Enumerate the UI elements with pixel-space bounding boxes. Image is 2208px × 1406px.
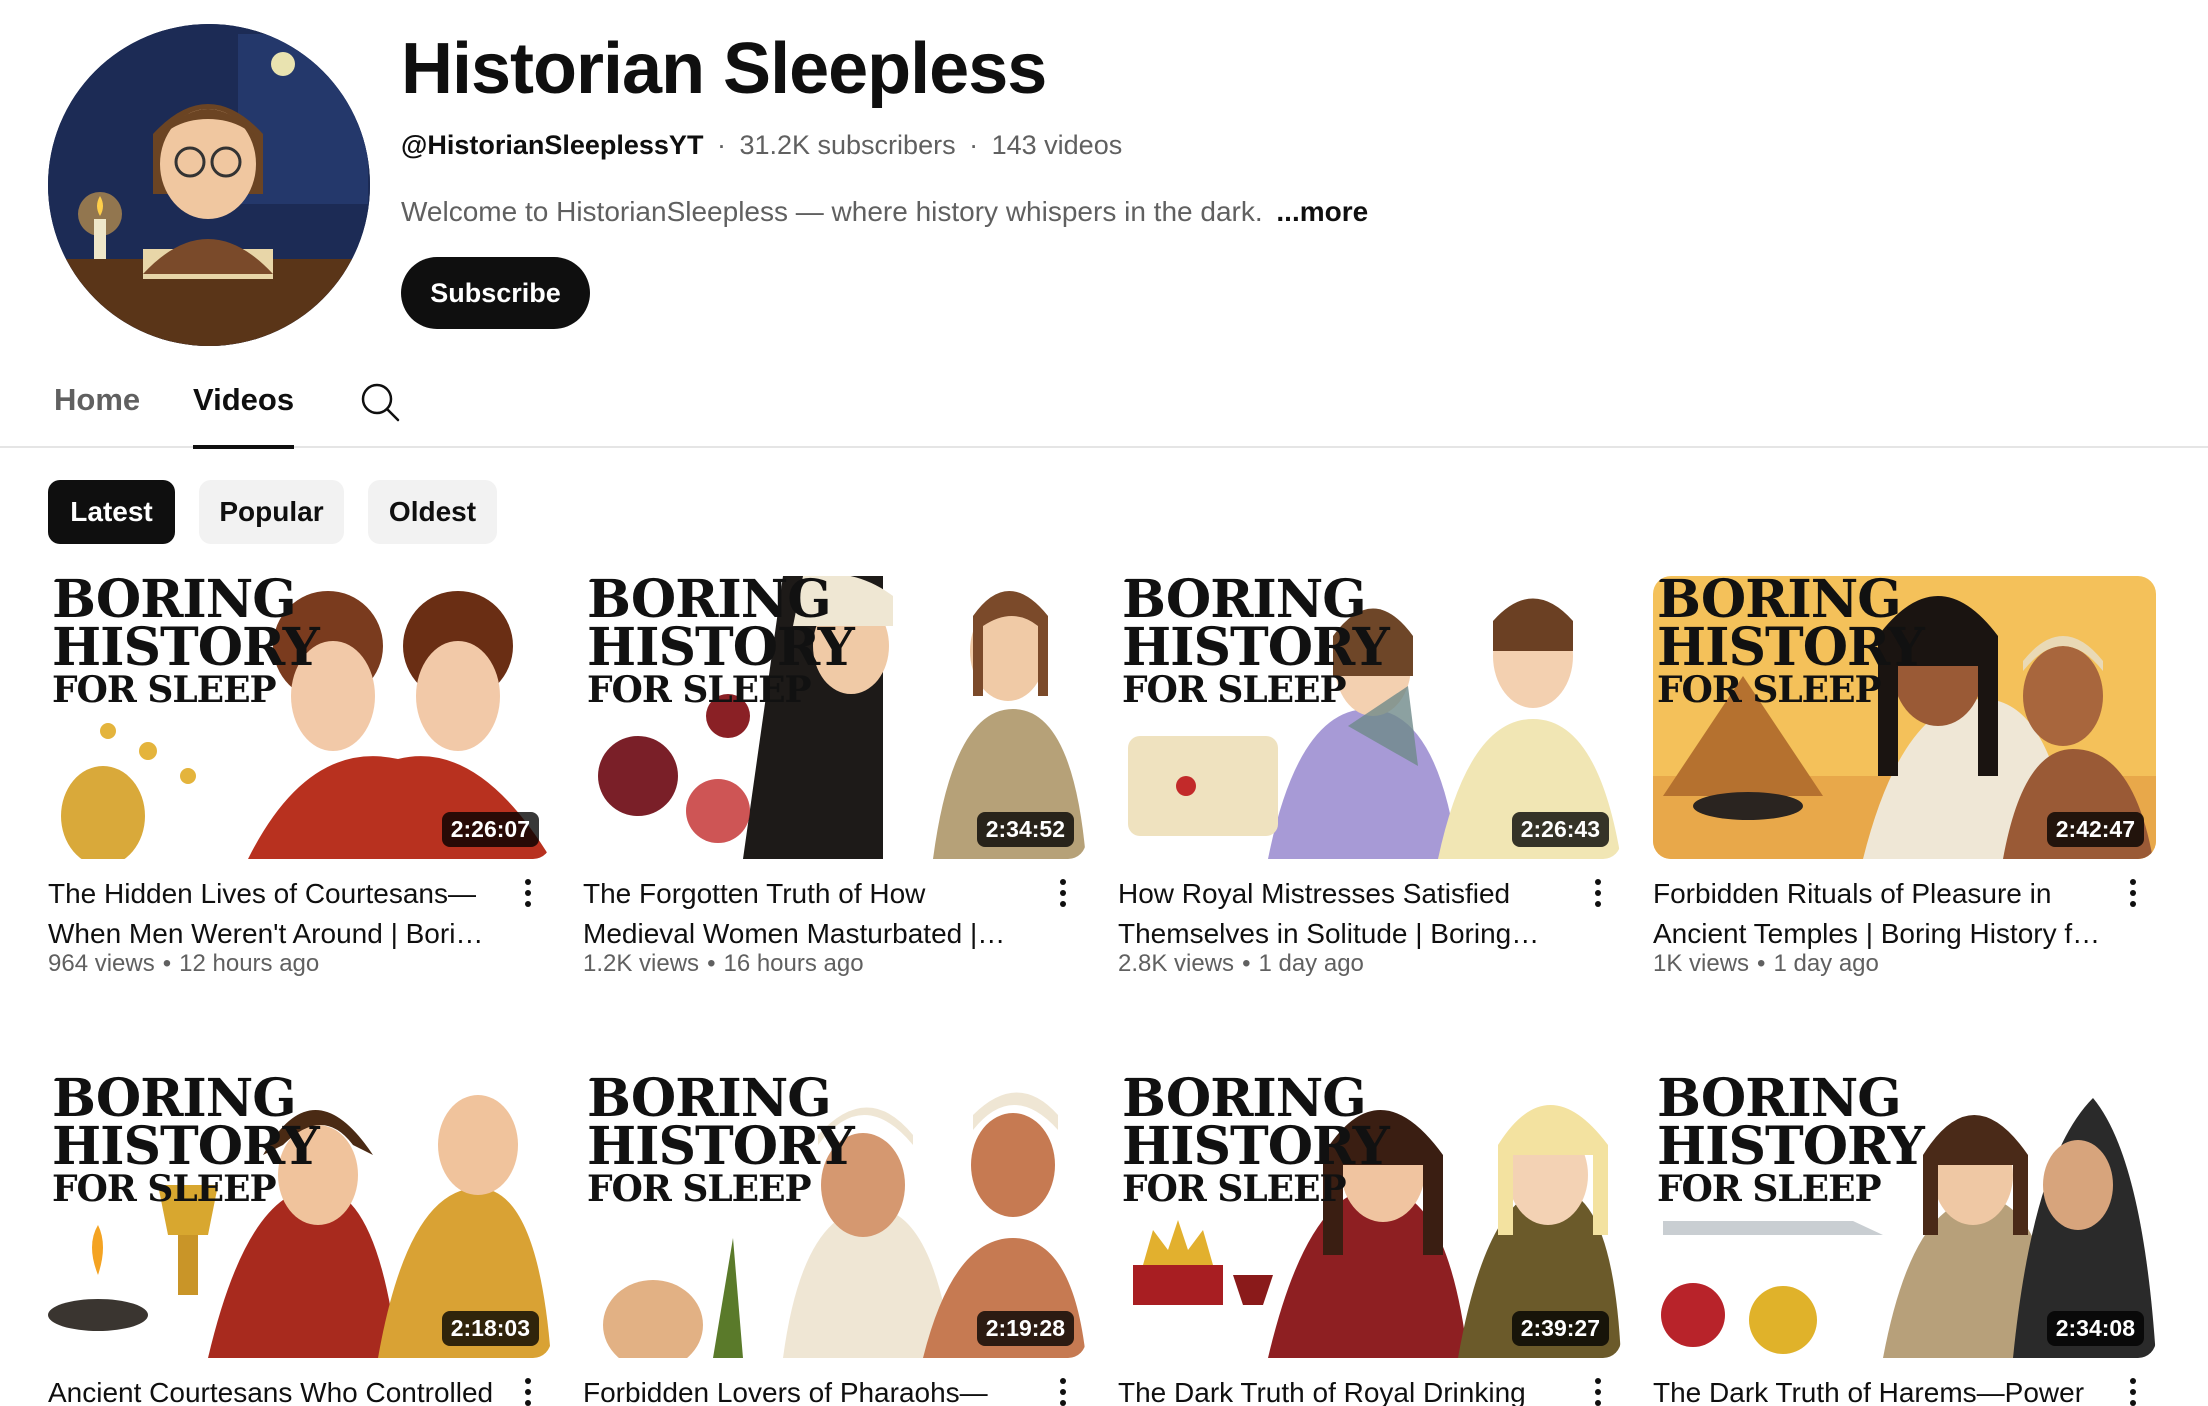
video-title[interactable]: The Dark Truth of Royal Drinking bbox=[1118, 1373, 1568, 1406]
thumbnail-title: BORING HISTORY FOR SLEEP bbox=[52, 576, 320, 711]
upload-age: 1 day ago bbox=[1773, 950, 1879, 977]
video-title[interactable]: Forbidden Rituals of Pleasure in Ancient… bbox=[1653, 874, 2103, 954]
subscriber-count: 31.2K subscribers bbox=[739, 130, 956, 160]
more-vert-icon[interactable] bbox=[1051, 1373, 1075, 1406]
more-vert-icon[interactable] bbox=[516, 874, 540, 914]
video-thumbnail[interactable]: BORING HISTORY FOR SLEEP 2:18:03 bbox=[48, 1075, 551, 1358]
more-vert-icon[interactable] bbox=[516, 1373, 540, 1406]
avatar-illustration bbox=[48, 24, 370, 346]
more-vert-icon[interactable] bbox=[1051, 874, 1075, 914]
video-title[interactable]: How Royal Mistresses Satisfied Themselve… bbox=[1118, 874, 1568, 954]
description-text: Welcome to HistorianSleepless — where hi… bbox=[401, 196, 1263, 227]
video-duration: 2:39:27 bbox=[1511, 1311, 1609, 1346]
video-thumbnail[interactable]: BORING HISTORY FOR SLEEP 2:26:43 bbox=[1118, 576, 1621, 859]
video-title[interactable]: The Hidden Lives of Courtesans—When Men … bbox=[48, 874, 498, 954]
upload-age: 12 hours ago bbox=[179, 950, 320, 977]
channel-name: Historian Sleepless bbox=[401, 29, 1047, 109]
chip-latest[interactable]: Latest bbox=[48, 480, 175, 544]
video-card: BORING HISTORY FOR SLEEP 2:18:03 Ancient C… bbox=[48, 1075, 551, 1406]
meta-separator: · bbox=[716, 130, 726, 160]
thumbnail-title: BORING HISTORY FOR SLEEP bbox=[1657, 1075, 1925, 1210]
more-vert-icon[interactable] bbox=[1586, 874, 1610, 914]
chip-popular[interactable]: Popular bbox=[199, 480, 344, 544]
video-title[interactable]: Forbidden Lovers of Pharaohs— bbox=[583, 1373, 1033, 1406]
more-vert-icon[interactable] bbox=[2121, 1373, 2145, 1406]
video-title[interactable]: The Dark Truth of Harems—Power bbox=[1653, 1373, 2103, 1406]
view-count: 1K views bbox=[1653, 950, 1750, 977]
video-thumbnail[interactable]: BORING HISTORY FOR SLEEP 2:42:47 bbox=[1653, 576, 2156, 859]
video-card: BORING HISTORY FOR SLEEP 2:34:08 The Dark … bbox=[1653, 1075, 2156, 1406]
thumbnail-title: BORING HISTORY FOR SLEEP bbox=[587, 576, 855, 711]
video-duration: 2:34:08 bbox=[2046, 1311, 2144, 1346]
thumbnail-title: BORING HISTORY FOR SLEEP bbox=[52, 1075, 320, 1210]
video-thumbnail[interactable]: BORING HISTORY FOR SLEEP 2:34:08 bbox=[1653, 1075, 2156, 1358]
tab-videos[interactable]: Videos bbox=[193, 382, 295, 449]
upload-age: 16 hours ago bbox=[723, 950, 864, 977]
video-card: BORING HISTORY FOR SLEEP 2:26:07 The Hidde… bbox=[48, 576, 551, 977]
more-vert-icon[interactable] bbox=[2121, 874, 2145, 914]
video-duration: 2:42:47 bbox=[2046, 812, 2144, 847]
chip-oldest[interactable]: Oldest bbox=[368, 480, 497, 544]
channel-avatar bbox=[48, 24, 370, 346]
video-meta: 1.2K views • 16 hours ago bbox=[583, 950, 864, 977]
video-thumbnail[interactable]: BORING HISTORY FOR SLEEP 2:39:27 bbox=[1118, 1075, 1621, 1358]
search-icon[interactable] bbox=[358, 380, 402, 424]
video-count: 143 videos bbox=[991, 130, 1123, 160]
video-card: BORING HISTORY FOR SLEEP 2:19:28 Forbidden… bbox=[583, 1075, 1086, 1406]
view-count: 2.8K views bbox=[1118, 950, 1235, 977]
video-duration: 2:26:43 bbox=[1511, 812, 1609, 847]
more-link[interactable]: ...more bbox=[1276, 196, 1368, 227]
video-duration: 2:18:03 bbox=[441, 1311, 539, 1346]
tab-home[interactable]: Home bbox=[54, 382, 140, 418]
thumbnail-title: BORING HISTORY FOR SLEEP bbox=[1657, 576, 1925, 711]
video-title[interactable]: The Forgotten Truth of How Medieval Wome… bbox=[583, 874, 1033, 954]
video-card: BORING HISTORY FOR SLEEP 2:34:52 The Forgo… bbox=[583, 576, 1086, 977]
video-meta: 2.8K views • 1 day ago bbox=[1118, 950, 1364, 977]
channel-tabs: Home Videos bbox=[0, 372, 2208, 449]
video-duration: 2:19:28 bbox=[976, 1311, 1074, 1346]
video-title[interactable]: Ancient Courtesans Who Controlled bbox=[48, 1373, 498, 1406]
video-card: BORING HISTORY FOR SLEEP 2:42:47 Forbidden… bbox=[1653, 576, 2156, 977]
video-duration: 2:26:07 bbox=[441, 812, 539, 847]
channel-meta: @HistorianSleeplessYT · 31.2K subscriber… bbox=[401, 130, 1122, 161]
thumbnail-title: BORING HISTORY FOR SLEEP bbox=[1122, 1075, 1390, 1210]
channel-description: Welcome to HistorianSleepless — where hi… bbox=[401, 196, 1368, 228]
meta-separator: · bbox=[969, 130, 979, 160]
channel-handle: @HistorianSleeplessYT bbox=[401, 130, 704, 160]
video-duration: 2:34:52 bbox=[976, 812, 1074, 847]
view-count: 964 views bbox=[48, 950, 155, 977]
more-vert-icon[interactable] bbox=[1586, 1373, 1610, 1406]
video-meta: 964 views • 12 hours ago bbox=[48, 950, 320, 977]
video-meta: 1K views • 1 day ago bbox=[1653, 950, 1879, 977]
video-thumbnail[interactable]: BORING HISTORY FOR SLEEP 2:34:52 bbox=[583, 576, 1086, 859]
view-count: 1.2K views bbox=[583, 950, 700, 977]
video-thumbnail[interactable]: BORING HISTORY FOR SLEEP 2:26:07 bbox=[48, 576, 551, 859]
thumbnail-title: BORING HISTORY FOR SLEEP bbox=[1122, 576, 1390, 711]
upload-age: 1 day ago bbox=[1258, 950, 1364, 977]
video-card: BORING HISTORY FOR SLEEP 2:26:43 How Royal… bbox=[1118, 576, 1621, 977]
thumbnail-title: BORING HISTORY FOR SLEEP bbox=[587, 1075, 855, 1210]
video-thumbnail[interactable]: BORING HISTORY FOR SLEEP 2:19:28 bbox=[583, 1075, 1086, 1358]
video-card: BORING HISTORY FOR SLEEP 2:39:27 The Dark … bbox=[1118, 1075, 1621, 1406]
subscribe-button[interactable]: Subscribe bbox=[401, 257, 590, 329]
